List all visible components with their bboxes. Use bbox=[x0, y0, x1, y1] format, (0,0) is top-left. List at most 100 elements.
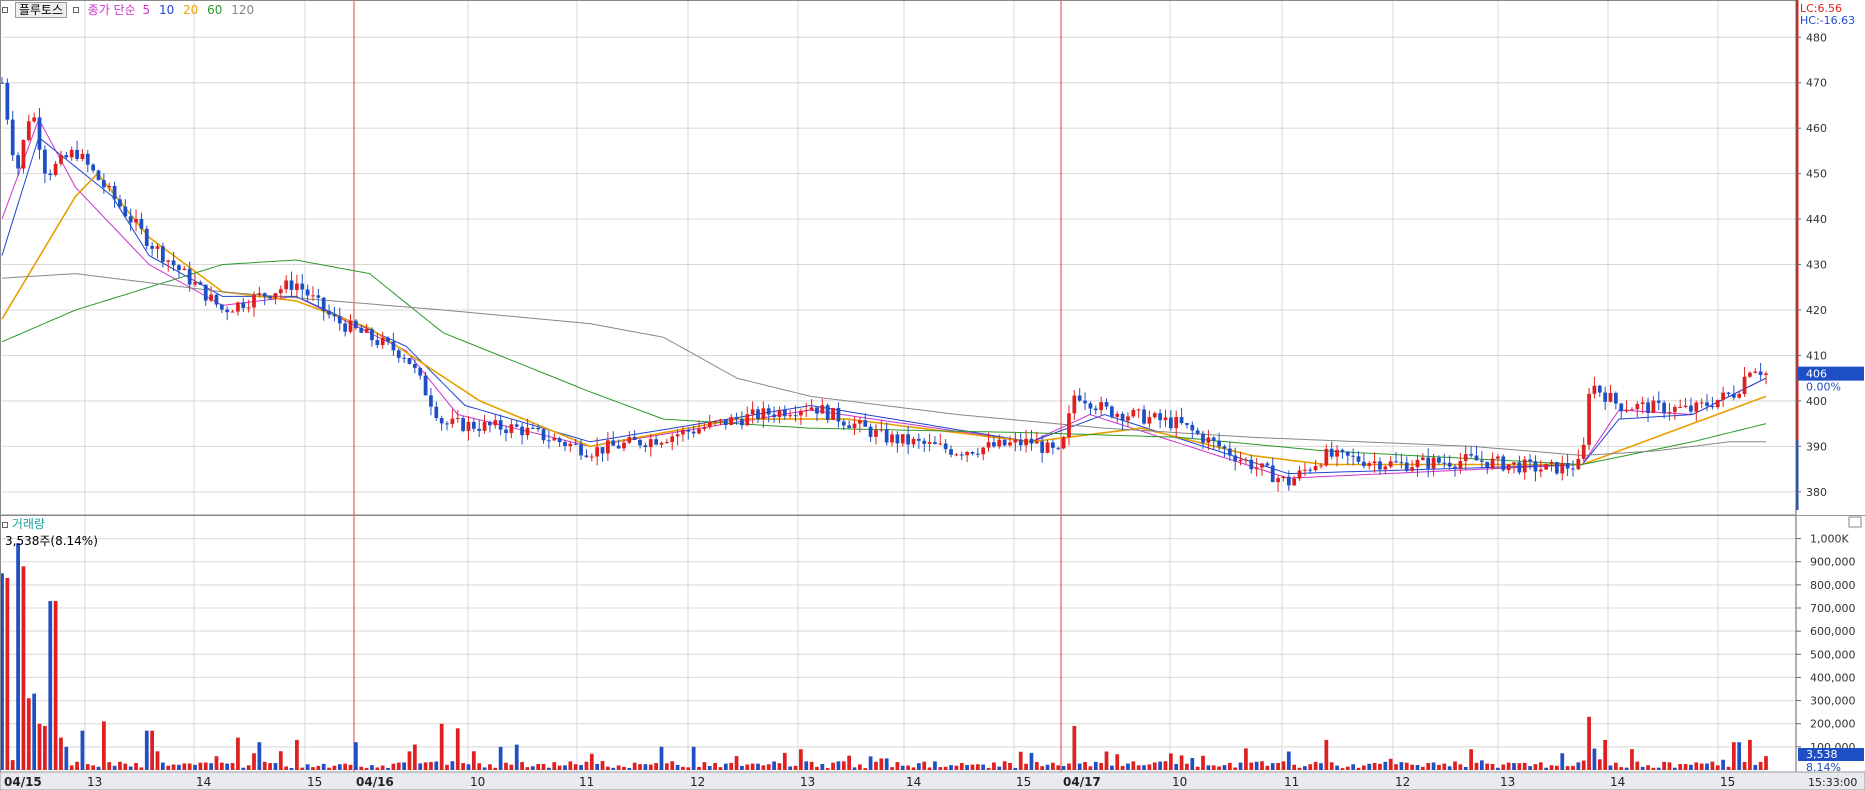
volume-bar bbox=[1694, 762, 1699, 770]
candle-body bbox=[1276, 478, 1280, 483]
volume-bar bbox=[1474, 762, 1479, 770]
volume-bar bbox=[1222, 765, 1227, 770]
volume-bar bbox=[482, 767, 487, 770]
volume-bar bbox=[916, 763, 921, 770]
candle-body bbox=[1308, 469, 1313, 471]
panel-menu-icon[interactable] bbox=[2, 6, 8, 13]
candle-body bbox=[1362, 461, 1366, 467]
candle-body bbox=[1142, 409, 1146, 424]
volume-bar bbox=[702, 762, 707, 770]
candle-body bbox=[1694, 402, 1699, 412]
time-axis-label: 14 bbox=[1610, 775, 1625, 789]
volume-bar bbox=[520, 762, 524, 770]
current-price-label: 406 bbox=[1806, 368, 1827, 381]
candle-body bbox=[1045, 442, 1050, 453]
candle-body bbox=[895, 434, 900, 444]
volume-bar bbox=[563, 765, 567, 770]
volume-bar bbox=[48, 601, 53, 770]
volume-bar bbox=[1238, 762, 1243, 770]
volume-bar bbox=[740, 765, 744, 770]
volume-bar bbox=[1597, 759, 1602, 770]
candle-body bbox=[493, 420, 498, 426]
volume-panel-menu-icon[interactable] bbox=[2, 521, 8, 528]
volume-bar bbox=[648, 764, 653, 770]
candle-body bbox=[1560, 463, 1565, 474]
candle-body bbox=[1270, 465, 1275, 483]
candle-body bbox=[466, 421, 471, 431]
volume-bar bbox=[1705, 763, 1709, 770]
candle-body bbox=[1394, 461, 1398, 463]
time-axis-label: 14 bbox=[196, 775, 211, 789]
volume-bar bbox=[193, 764, 197, 770]
candle-body bbox=[32, 117, 37, 122]
candle-body bbox=[750, 409, 755, 415]
candle-body bbox=[1238, 459, 1243, 462]
candle-body bbox=[943, 443, 948, 450]
volume-bar bbox=[375, 767, 380, 770]
candle-body bbox=[1120, 413, 1125, 421]
candle-body bbox=[59, 155, 63, 164]
volume-bar bbox=[541, 764, 546, 770]
chart-canvas[interactable]: 480470460450440430420410400390380LC:6.56… bbox=[0, 0, 1865, 790]
volume-bar bbox=[1061, 766, 1066, 770]
volume-bar bbox=[1646, 765, 1650, 770]
candle-body bbox=[1689, 405, 1693, 412]
ma-60-line bbox=[1, 259, 1767, 466]
candle-body bbox=[80, 153, 85, 159]
volume-bar bbox=[1501, 764, 1506, 770]
volume-bar bbox=[1152, 762, 1157, 770]
volume-bar bbox=[150, 730, 154, 770]
volume-bar bbox=[354, 742, 358, 770]
volume-bar bbox=[364, 767, 369, 770]
candle-body bbox=[723, 419, 728, 425]
volume-bar bbox=[1581, 760, 1586, 770]
volume-tick-label: 300,000 bbox=[1810, 695, 1856, 708]
candle-body bbox=[1077, 395, 1082, 401]
volume-bar bbox=[461, 763, 465, 770]
volume-bar bbox=[1029, 752, 1034, 770]
candle-body bbox=[1603, 392, 1608, 402]
volume-bar bbox=[750, 763, 755, 770]
time-axis-label: 12 bbox=[690, 775, 705, 789]
volume-bar bbox=[1662, 761, 1666, 770]
volume-bar bbox=[1136, 765, 1141, 770]
candle-body bbox=[1640, 402, 1645, 404]
candle-body bbox=[788, 415, 793, 417]
volume-bar bbox=[257, 742, 262, 770]
volume-bar bbox=[26, 698, 31, 770]
volume-bar bbox=[166, 765, 171, 770]
volume-bar bbox=[1619, 767, 1624, 770]
candle-body bbox=[1587, 393, 1591, 445]
candle-body bbox=[1474, 455, 1479, 461]
volume-bar bbox=[1324, 739, 1329, 770]
time-axis-label: 14 bbox=[906, 775, 921, 789]
candle-body bbox=[1630, 409, 1634, 411]
current-volume-pct: 8.14% bbox=[1806, 761, 1841, 774]
candle-body bbox=[557, 438, 562, 443]
candle-body bbox=[927, 442, 932, 444]
day-separators bbox=[353, 0, 1062, 772]
candle-body bbox=[933, 442, 937, 445]
volume-bar bbox=[1496, 767, 1500, 770]
stock-settings-icon[interactable] bbox=[72, 6, 79, 13]
candle-body bbox=[1758, 371, 1763, 375]
volume-bar bbox=[954, 765, 959, 770]
price-tick-label: 450 bbox=[1806, 168, 1827, 181]
stock-chart-window: 480 470 460 450 440 430 420 410 400 390 380 LC:6.56… bbox=[0, 0, 1865, 790]
volume-bar bbox=[236, 737, 240, 770]
stock-name-button[interactable]: 플루토스 bbox=[14, 1, 67, 18]
candle-body bbox=[289, 280, 294, 290]
candle-body bbox=[1217, 440, 1221, 447]
ma-title: 종가 단순 bbox=[87, 2, 136, 17]
candle-body bbox=[53, 163, 58, 175]
ma-60-label: 60 bbox=[207, 2, 223, 17]
price-tick-label: 440 bbox=[1806, 213, 1827, 226]
volume-bar bbox=[820, 764, 825, 770]
volume-bar bbox=[1056, 765, 1061, 770]
volume-bar bbox=[1678, 764, 1683, 770]
candle-body bbox=[1244, 459, 1248, 461]
volume-bar bbox=[852, 767, 857, 770]
volume-bar bbox=[1442, 763, 1447, 770]
volume-bar bbox=[504, 762, 508, 770]
candle-body bbox=[488, 421, 492, 426]
